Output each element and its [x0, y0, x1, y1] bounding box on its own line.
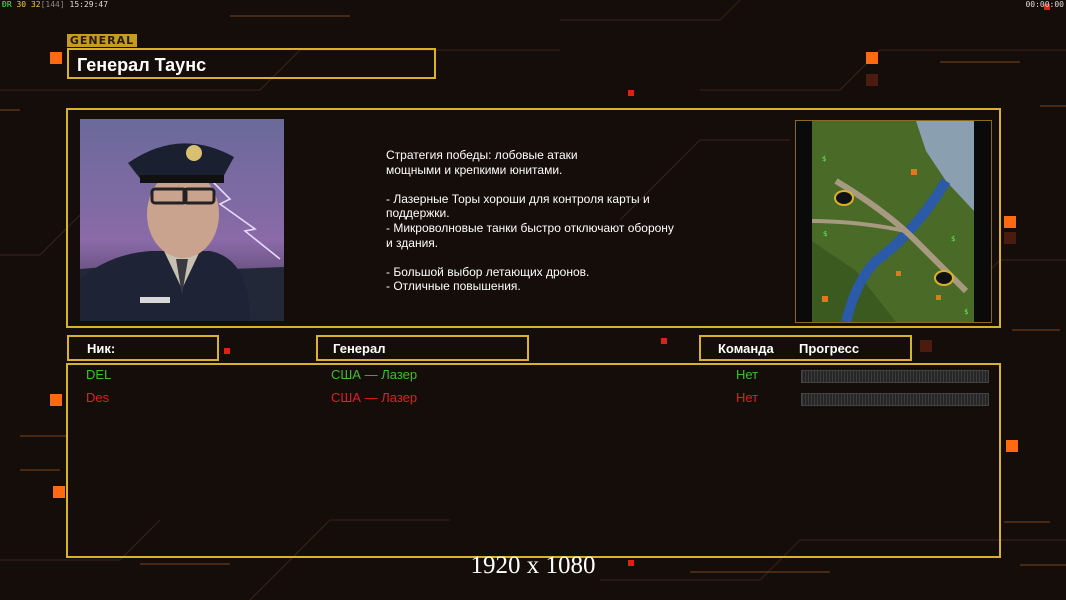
svg-text:$: $ [964, 308, 968, 316]
players-panel: DEL США — Лазер Нет Des США — Лазер Нет [66, 363, 1001, 558]
general-tag: GENERAL [67, 34, 137, 47]
progress-header-label: Прогресс [799, 341, 860, 356]
fps-label: ÐR [2, 0, 12, 9]
player-row[interactable]: Des США — Лазер Нет [68, 390, 1003, 410]
system-clock: 15:29:47 [69, 0, 109, 9]
player-team: Нет [736, 390, 759, 405]
svg-text:$: $ [823, 230, 827, 238]
ping-value: 32 [30, 0, 41, 9]
general-portrait [80, 119, 284, 321]
svg-text:$: $ [822, 155, 826, 163]
general-info-panel: Стратегия победы: лобовые атаки мощными … [66, 108, 1001, 328]
frame-counter: [144] [40, 0, 65, 9]
general-description: Стратегия победы: лобовые атаки мощными … [386, 148, 674, 294]
player-team: Нет [736, 367, 759, 382]
column-header-general: Генерал [316, 335, 529, 361]
map-preview[interactable]: $ $ $ $ [795, 120, 992, 323]
player-progress-bar [801, 393, 989, 406]
general-header-label: Генерал [333, 341, 386, 356]
nick-header-label: Ник: [87, 341, 116, 356]
player-general: США — Лазер [331, 390, 418, 405]
player-row[interactable]: DEL США — Лазер Нет [68, 367, 1003, 387]
player-progress-bar [801, 370, 989, 383]
general-title-box: Генерал Таунс [67, 48, 436, 79]
player-general: США — Лазер [331, 367, 418, 382]
resolution-label: 1920 x 1080 [470, 552, 596, 579]
debug-stats: ÐR 30 32[144] 15:29:47 [2, 0, 108, 9]
team-header-label: Команда [718, 341, 774, 356]
general-name: Генерал Таунс [77, 55, 207, 75]
svg-text:$: $ [951, 235, 955, 243]
player-nick: DEL [86, 367, 112, 382]
column-header-nick: Ник: [67, 335, 219, 361]
game-timer: 00:00:00 [1025, 0, 1064, 9]
player-nick: Des [86, 390, 110, 405]
fps-value: 30 [16, 0, 27, 9]
column-header-team-progress: Команда Прогресс [699, 335, 912, 361]
